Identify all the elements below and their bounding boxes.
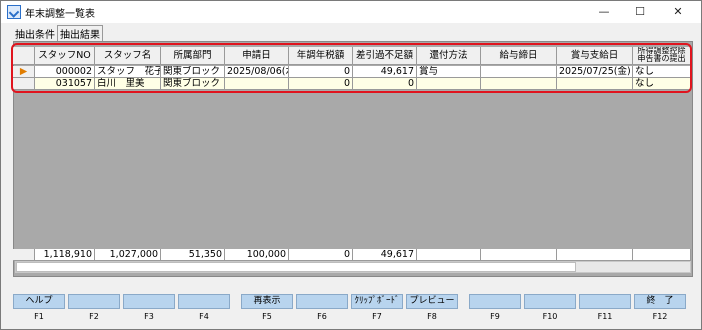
horizontal-scrollbar[interactable] [15,261,691,273]
table-row[interactable]: ▶ 000002 スタッフ 花子 関東ブロック 2025/08/06(水) 0 … [13,66,691,78]
header-bonus-date[interactable]: 賞与支給日 [557,47,633,65]
cell-diff-amount[interactable]: 49,617 [353,66,417,78]
tab-extract-results[interactable]: 抽出結果 [57,25,103,41]
cell-department[interactable]: 関東ブロック [161,66,225,78]
window-title: 年末調整一覧表 [25,9,95,20]
fkey-label: F1 [34,312,44,321]
fkey-label: F3 [144,312,154,321]
fkey-label: F12 [652,312,668,321]
f2-button[interactable] [68,294,120,309]
app-window: 年末調整一覧表 — ☐ ✕ 抽出条件 抽出結果 スタッフNO スタッフ名 所属部門… [0,0,702,330]
maximize-button[interactable]: ☐ [623,1,657,23]
total-cell: 1,118,910 [35,249,95,261]
header-staff-no[interactable]: スタッフNO [35,47,95,65]
header-staff-name[interactable]: スタッフ名 [95,47,161,65]
header-apply-date[interactable]: 申請日 [225,47,289,65]
exit-button[interactable]: 終 了 [634,294,686,309]
fkey-label: F10 [542,312,558,321]
header-annual-tax[interactable]: 年調年税額 [289,47,353,65]
totals-corner [13,249,35,261]
fkey-label: F4 [199,312,209,321]
function-key-bar: ヘルプ 再表示 ｸﾘｯﾌﾟﾎﾞｰﾄﾞ プレビュー 終 了 [13,294,691,310]
cell-refund-method[interactable] [417,78,481,90]
tab-extract-conditions[interactable]: 抽出条件 [13,26,57,41]
fkey-label: F2 [89,312,99,321]
total-cell: 51,350 [161,249,225,261]
f11-button[interactable] [579,294,631,309]
cell-apply-date[interactable]: 2025/08/06(水) [225,66,289,78]
f6-button[interactable] [296,294,348,309]
cell-bonus-date[interactable]: 2025/07/25(金) [557,66,633,78]
f9-button[interactable] [469,294,521,309]
cell-adjustment-submit[interactable]: なし [633,78,691,90]
totals-row: 1,118,910 1,027,000 51,350 100,000 0 49,… [13,249,691,261]
total-cell-empty [417,249,481,261]
header-department[interactable]: 所属部門 [161,47,225,65]
header-pay-close[interactable]: 給与締日 [481,47,557,65]
fkey-label: F5 [262,312,272,321]
app-icon [7,5,21,19]
header-diff-amount[interactable]: 差引過不足額 [353,47,417,65]
cell-pay-close[interactable] [481,66,557,78]
help-button[interactable]: ヘルプ [13,294,65,309]
cell-annual-tax[interactable]: 0 [289,66,353,78]
cell-diff-amount[interactable]: 0 [353,78,417,90]
cell-staff-name[interactable]: 白川 里美 [95,78,161,90]
refresh-button[interactable]: 再表示 [241,294,293,309]
scrollbar-thumb[interactable] [16,262,576,272]
header-refund-method[interactable]: 還付方法 [417,47,481,65]
cell-adjustment-submit[interactable]: なし [633,66,691,78]
tab-strip: 抽出条件 抽出結果 [13,25,103,41]
cell-staff-name[interactable]: スタッフ 花子 [95,66,161,78]
cell-staff-no[interactable]: 031057 [35,78,95,90]
total-cell-empty [481,249,557,261]
total-cell: 100,000 [225,249,289,261]
cell-bonus-date[interactable] [557,78,633,90]
cell-apply-date[interactable] [225,78,289,90]
total-cell: 1,027,000 [95,249,161,261]
cell-refund-method[interactable]: 賞与 [417,66,481,78]
header-corner [13,47,35,65]
f3-button[interactable] [123,294,175,309]
total-cell: 0 [289,249,353,261]
row-selector-icon[interactable]: ▶ [13,66,35,78]
cell-department[interactable]: 関東ブロック [161,78,225,90]
total-cell-empty [633,249,691,261]
row-selector[interactable] [13,78,35,90]
cell-annual-tax[interactable]: 0 [289,78,353,90]
cell-staff-no[interactable]: 000002 [35,66,95,78]
header-adjustment-submit[interactable]: 所得調整控除申告書の提出 [633,47,691,65]
preview-button[interactable]: プレビュー [406,294,458,309]
fkey-label: F7 [372,312,382,321]
close-button[interactable]: ✕ [661,1,695,23]
f4-button[interactable] [178,294,230,309]
cell-pay-close[interactable] [481,78,557,90]
fkey-label: F9 [490,312,500,321]
fkey-label: F11 [597,312,613,321]
total-cell: 49,617 [353,249,417,261]
title-bar: 年末調整一覧表 — ☐ ✕ [1,1,701,23]
minimize-button[interactable]: — [587,1,621,23]
table-row[interactable]: 031057 白川 里美 関東ブロック 0 0 なし [13,78,691,90]
fkey-label: F6 [317,312,327,321]
clipboard-button[interactable]: ｸﾘｯﾌﾟﾎﾞｰﾄﾞ [351,294,403,309]
total-cell-empty [557,249,633,261]
grid-header-row: スタッフNO スタッフ名 所属部門 申請日 年調年税額 差引過不足額 還付方法 … [13,47,691,65]
f10-button[interactable] [524,294,576,309]
fkey-label: F8 [427,312,437,321]
